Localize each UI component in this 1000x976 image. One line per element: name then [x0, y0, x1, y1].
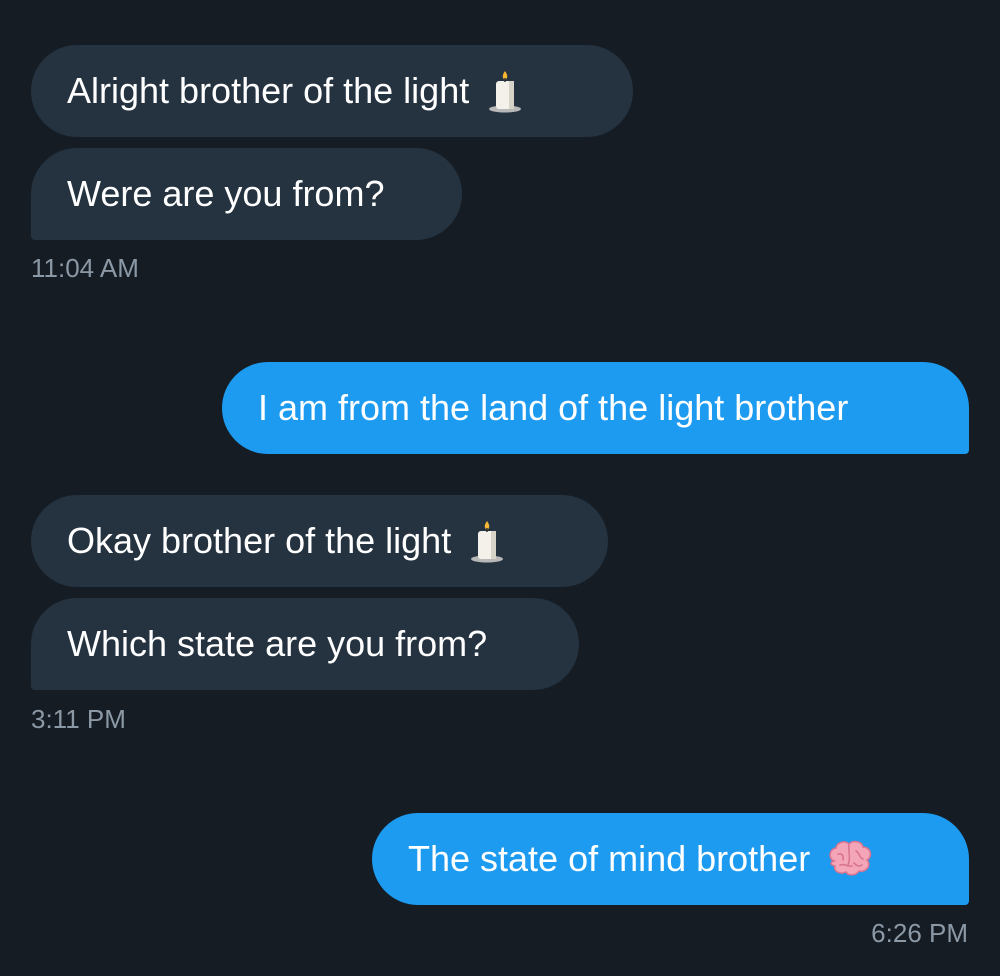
candle-icon	[467, 519, 507, 563]
message-text: The state of mind brother	[408, 838, 811, 879]
message-bubble-incoming[interactable]: Which state are you from?	[31, 598, 579, 690]
message-timestamp: 6:26 PM	[871, 918, 968, 948]
message-bubble-outgoing[interactable]: I am from the land of the light brother	[222, 362, 969, 454]
message-text: Were are you from?	[67, 173, 385, 214]
message-bubble-incoming[interactable]: Were are you from?	[31, 148, 462, 240]
message-timestamp: 3:11 PM	[31, 704, 126, 734]
message-timestamp: 11:04 AM	[31, 253, 139, 283]
message-bubble-incoming[interactable]: Alright brother of the light	[31, 45, 633, 137]
message-text: I am from the land of the light brother	[258, 387, 849, 428]
brain-icon	[826, 839, 874, 879]
candle-icon	[485, 69, 525, 113]
message-text: Okay brother of the light	[67, 520, 452, 561]
message-text: Alright brother of the light	[67, 70, 470, 111]
message-bubble-incoming[interactable]: Okay brother of the light	[31, 495, 608, 587]
message-text: Which state are you from?	[67, 623, 488, 664]
message-bubble-outgoing[interactable]: The state of mind brother	[372, 813, 969, 905]
